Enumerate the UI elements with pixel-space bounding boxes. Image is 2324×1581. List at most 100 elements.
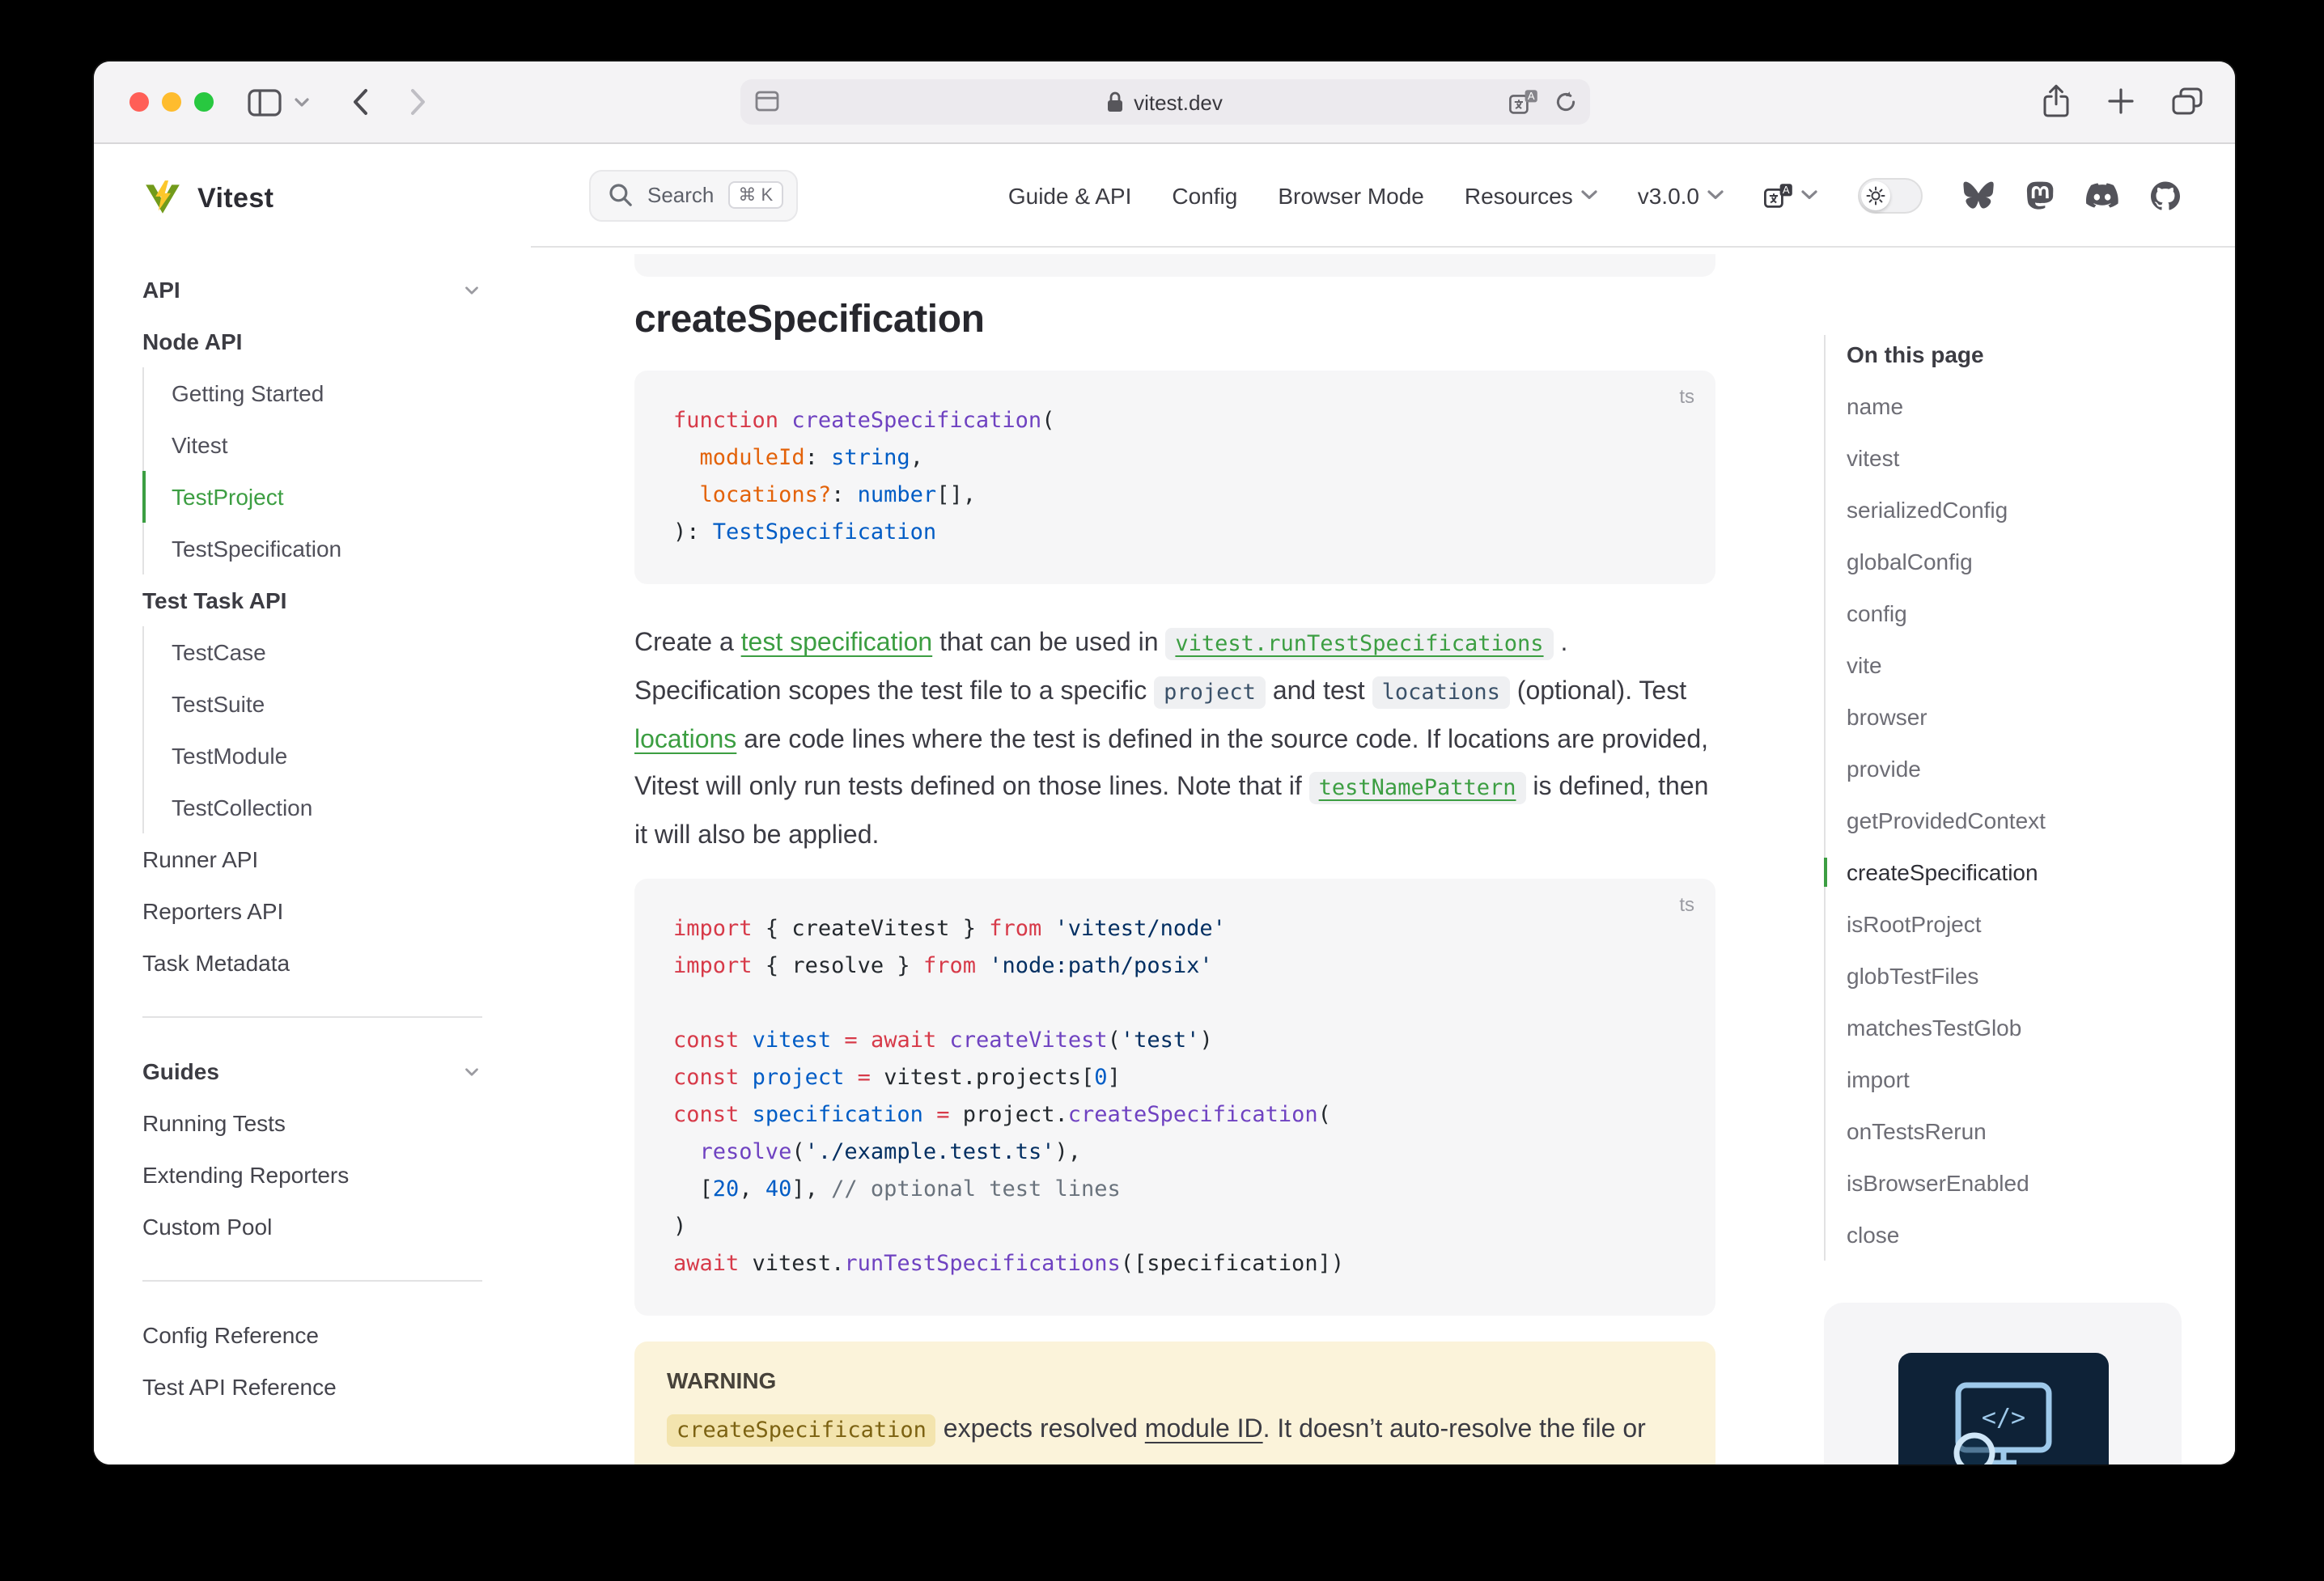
sidebar-item-testsuite[interactable]: TestSuite bbox=[142, 678, 482, 730]
sidebar-item-test-api-reference[interactable]: Test API Reference bbox=[142, 1361, 482, 1413]
outline-item-isrootproject[interactable]: isRootProject bbox=[1847, 898, 2182, 950]
sidebar-item-task-metadata[interactable]: Task Metadata bbox=[142, 937, 482, 989]
back-button[interactable] bbox=[351, 87, 369, 117]
site-title: Vitest bbox=[197, 182, 274, 214]
main-area: Search ⌘ K Guide & API Config Browser Mo… bbox=[531, 144, 2235, 1464]
outline-panel: On this page namevitestserializedConfigg… bbox=[1824, 335, 2182, 1261]
search-shortcut: ⌘ K bbox=[728, 181, 782, 209]
sidebar-item-label: Test Task API bbox=[142, 587, 286, 613]
site-logo[interactable]: Vitest bbox=[142, 178, 482, 218]
outline-item-name[interactable]: name bbox=[1847, 380, 2182, 432]
share-icon[interactable] bbox=[2042, 84, 2070, 118]
code-line: const vitest = await createVitest('test'… bbox=[673, 1023, 1677, 1060]
outline-item-browser[interactable]: browser bbox=[1847, 691, 2182, 743]
browser-window: vitest.dev A Vitest APINode APIGet bbox=[94, 61, 2235, 1464]
discord-icon[interactable] bbox=[2086, 182, 2118, 208]
code-search-monitor-icon: </> bbox=[1935, 1375, 2071, 1464]
forward-button[interactable] bbox=[409, 87, 427, 117]
outline-item-import[interactable]: import bbox=[1847, 1053, 2182, 1105]
outline-item-vite[interactable]: vite bbox=[1847, 639, 2182, 691]
page-icon[interactable] bbox=[754, 91, 778, 120]
outline-item-serializedconfig[interactable]: serializedConfig bbox=[1847, 484, 2182, 536]
close-button[interactable] bbox=[129, 92, 149, 112]
sidebar-item-label: Extending Reporters bbox=[142, 1162, 349, 1188]
sidebar-item-testproject[interactable]: TestProject bbox=[142, 471, 482, 523]
inline-code: locations bbox=[1372, 676, 1510, 709]
sidebar-item-testcollection[interactable]: TestCollection bbox=[142, 782, 482, 833]
nav-menu-version[interactable]: v3.0.0 bbox=[1638, 182, 1724, 208]
sidebar-item-label: Task Metadata bbox=[142, 950, 290, 976]
github-icon[interactable] bbox=[2151, 180, 2180, 210]
inline-link[interactable]: module ID bbox=[1145, 1416, 1263, 1443]
zoom-button[interactable] bbox=[194, 92, 214, 112]
address-bar[interactable]: vitest.dev A bbox=[740, 79, 1589, 125]
tab-overview-icon[interactable] bbox=[2172, 87, 2203, 115]
search-button[interactable]: Search ⌘ K bbox=[589, 169, 797, 221]
sidebar-item-node-api[interactable]: Node API bbox=[142, 316, 482, 367]
outline-item-globalconfig[interactable]: globalConfig bbox=[1847, 536, 2182, 587]
translate-icon: A bbox=[1764, 182, 1793, 208]
sidebar-item-running-tests[interactable]: Running Tests bbox=[142, 1097, 482, 1149]
inline-link[interactable]: test specification bbox=[741, 629, 933, 657]
sidebar-item-reporters-api[interactable]: Reporters API bbox=[142, 885, 482, 937]
new-tab-icon[interactable] bbox=[2107, 87, 2135, 115]
sidebar-item-label: Test API Reference bbox=[142, 1374, 337, 1400]
outline-item-provide[interactable]: provide bbox=[1847, 743, 2182, 795]
nav-link-config[interactable]: Config bbox=[1172, 182, 1237, 208]
theme-toggle[interactable] bbox=[1858, 177, 1923, 213]
chevron-down-icon bbox=[1707, 189, 1724, 201]
sponsor-card[interactable]: </> bbox=[1824, 1303, 2182, 1464]
sidebar-item-label: Reporters API bbox=[142, 898, 283, 924]
sidebar-item-api[interactable]: API bbox=[142, 264, 482, 316]
sidebar-item-runner-api[interactable]: Runner API bbox=[142, 833, 482, 885]
outline-item-matchestestglob[interactable]: matchesTestGlob bbox=[1847, 1002, 2182, 1053]
browser-title-bar: vitest.dev A bbox=[94, 61, 2235, 144]
sidebar-item-testspecification[interactable]: TestSpecification bbox=[142, 523, 482, 574]
minimize-button[interactable] bbox=[162, 92, 181, 112]
outline-item-vitest[interactable]: vitest bbox=[1847, 432, 2182, 484]
nav-link-browser-mode[interactable]: Browser Mode bbox=[1278, 182, 1424, 208]
sidebar-item-test-task-api[interactable]: Test Task API bbox=[142, 574, 482, 626]
outline-item-getprovidedcontext[interactable]: getProvidedContext bbox=[1847, 795, 2182, 846]
outline-item-createspecification[interactable]: createSpecification bbox=[1847, 846, 2182, 898]
code-block-example: ts import { createVitest } from 'vitest/… bbox=[634, 879, 1715, 1316]
chevron-down-icon bbox=[1581, 189, 1597, 201]
inline-code-link[interactable]: testNamePattern bbox=[1309, 772, 1526, 804]
nav-menu-resources-label: Resources bbox=[1465, 182, 1573, 208]
sidebar-item-label: TestModule bbox=[172, 743, 287, 769]
code-line: import { resolve } from 'node:path/posix… bbox=[673, 948, 1677, 985]
outline-item-config[interactable]: config bbox=[1847, 587, 2182, 639]
sidebar-item-label: Runner API bbox=[142, 846, 258, 872]
sidebar-item-custom-pool[interactable]: Custom Pool bbox=[142, 1201, 482, 1253]
bluesky-icon[interactable] bbox=[1963, 181, 1994, 209]
description-paragraph: Create a test specification that can be … bbox=[634, 620, 1715, 859]
nav-menu-resources[interactable]: Resources bbox=[1465, 182, 1597, 208]
inline-code-link[interactable]: vitest.runTestSpecifications bbox=[1165, 628, 1553, 660]
sidebar-item-label: API bbox=[142, 277, 180, 303]
sidebar-item-extending-reporters[interactable]: Extending Reporters bbox=[142, 1149, 482, 1201]
sidebar-item-config-reference[interactable]: Config Reference bbox=[142, 1309, 482, 1361]
mastodon-icon[interactable] bbox=[2026, 180, 2054, 210]
inline-link[interactable]: locations bbox=[634, 727, 736, 754]
sidebar-item-testmodule[interactable]: TestModule bbox=[142, 730, 482, 782]
text-run: that can be used in bbox=[932, 629, 1165, 657]
sidebar-item-testcase[interactable]: TestCase bbox=[142, 626, 482, 678]
outline-item-close[interactable]: close bbox=[1847, 1209, 2182, 1261]
translate-icon[interactable]: A bbox=[1508, 89, 1537, 115]
language-menu[interactable]: A bbox=[1764, 182, 1817, 208]
outline-item-ontestsrerun[interactable]: onTestsRerun bbox=[1847, 1105, 2182, 1157]
sidebar-item-getting-started[interactable]: Getting Started bbox=[142, 367, 482, 419]
reload-icon[interactable] bbox=[1554, 91, 1576, 113]
sidebar-divider bbox=[142, 1280, 482, 1282]
sidebar-item-vitest[interactable]: Vitest bbox=[142, 419, 482, 471]
social-links bbox=[1963, 180, 2180, 210]
warning-body: createSpecification expects resolved mod… bbox=[667, 1406, 1683, 1464]
sidebar-toggle-button[interactable] bbox=[248, 89, 282, 117]
outline-item-globtestfiles[interactable]: globTestFiles bbox=[1847, 950, 2182, 1002]
nav-link-guide-api[interactable]: Guide & API bbox=[1008, 182, 1132, 208]
sidebar-item-label: Vitest bbox=[172, 432, 228, 458]
back-icon bbox=[351, 87, 369, 117]
sidebar-item-guides[interactable]: Guides bbox=[142, 1045, 482, 1097]
outline-item-isbrowserenabled[interactable]: isBrowserEnabled bbox=[1847, 1157, 2182, 1209]
sidebar-menu-chevron[interactable] bbox=[295, 97, 309, 108]
